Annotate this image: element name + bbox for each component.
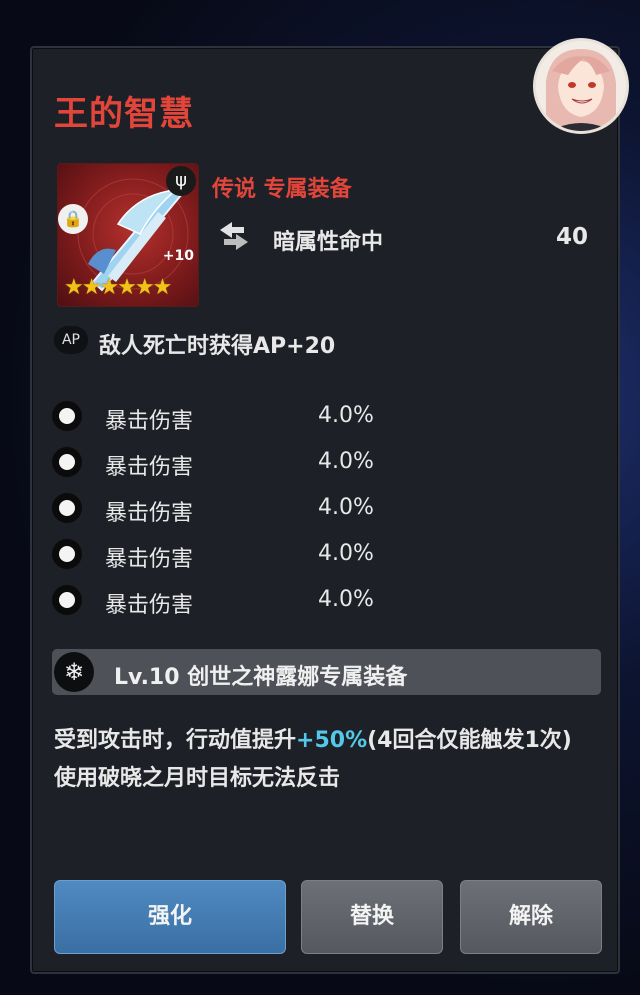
substat-dot-icon bbox=[52, 447, 82, 477]
substat-dot-icon bbox=[52, 493, 82, 523]
item-icon[interactable]: 🔒 ψ +10 ★★★★★★ bbox=[57, 163, 199, 307]
main-stat-name: 暗属性命中 bbox=[273, 230, 384, 255]
substat-dot-icon bbox=[52, 401, 82, 431]
effect-line-1-prefix: 受到攻击时，行动值提升 bbox=[54, 728, 297, 753]
substat-name: 暴击伤害 bbox=[105, 593, 194, 618]
substat-dot-icon bbox=[52, 539, 82, 569]
main-stat-value: 40 bbox=[556, 224, 589, 250]
effect-highlight: +50% bbox=[296, 728, 368, 753]
lock-icon[interactable]: 🔒 bbox=[58, 204, 88, 234]
character-portrait bbox=[536, 41, 626, 131]
rarity-label: 传说 专属装备 bbox=[212, 177, 352, 202]
substat-value: 4.0% bbox=[318, 541, 374, 566]
replace-button[interactable]: 替换 bbox=[301, 880, 443, 954]
enhance-level: +10 bbox=[162, 248, 194, 264]
snowflake-icon: ❄ bbox=[54, 652, 94, 692]
substat-name: 暴击伤害 bbox=[105, 455, 194, 480]
stat-arrow-icon bbox=[214, 216, 254, 256]
substat-row: 暴击伤害 4.0% bbox=[52, 536, 412, 574]
substat-name: 暴击伤害 bbox=[105, 501, 194, 526]
substat-row: 暴击伤害 4.0% bbox=[52, 444, 412, 482]
star-rating: ★★★★★★ bbox=[64, 275, 172, 300]
substat-name: 暴击伤害 bbox=[105, 547, 194, 572]
ap-effect-text: 敌人死亡时获得AP+20 bbox=[99, 334, 336, 359]
weapon-type-icon: ψ bbox=[166, 166, 196, 196]
substat-value: 4.0% bbox=[318, 495, 374, 520]
substat-value: 4.0% bbox=[318, 403, 374, 428]
character-avatar[interactable] bbox=[533, 38, 629, 134]
effect-line-1: 受到攻击时，行动值提升+50%(4回合仅能触发1次) bbox=[54, 722, 614, 760]
enhance-button[interactable]: 强化 bbox=[54, 880, 286, 954]
ap-badge: AP bbox=[54, 326, 88, 354]
effect-description: 受到攻击时，行动值提升+50%(4回合仅能触发1次) 使用破晓之月时目标无法反击 bbox=[54, 722, 614, 798]
substat-value: 4.0% bbox=[318, 449, 374, 474]
effect-line-2: 使用破晓之月时目标无法反击 bbox=[54, 766, 341, 791]
exclusive-set-bar: ❄ Lv.10 创世之神露娜专属装备 bbox=[52, 649, 601, 695]
substat-row: 暴击伤害 4.0% bbox=[52, 398, 412, 436]
substat-dot-icon bbox=[52, 585, 82, 615]
effect-line-1-suffix: (4回合仅能触发1次) bbox=[367, 728, 572, 753]
substat-name: 暴击伤害 bbox=[105, 409, 194, 434]
exclusive-set-label: Lv.10 创世之神露娜专属装备 bbox=[114, 665, 408, 690]
substat-row: 暴击伤害 4.0% bbox=[52, 582, 412, 620]
substat-row: 暴击伤害 4.0% bbox=[52, 490, 412, 528]
unequip-button[interactable]: 解除 bbox=[460, 880, 602, 954]
substat-value: 4.0% bbox=[318, 587, 374, 612]
item-name: 王的智慧 bbox=[54, 94, 194, 134]
